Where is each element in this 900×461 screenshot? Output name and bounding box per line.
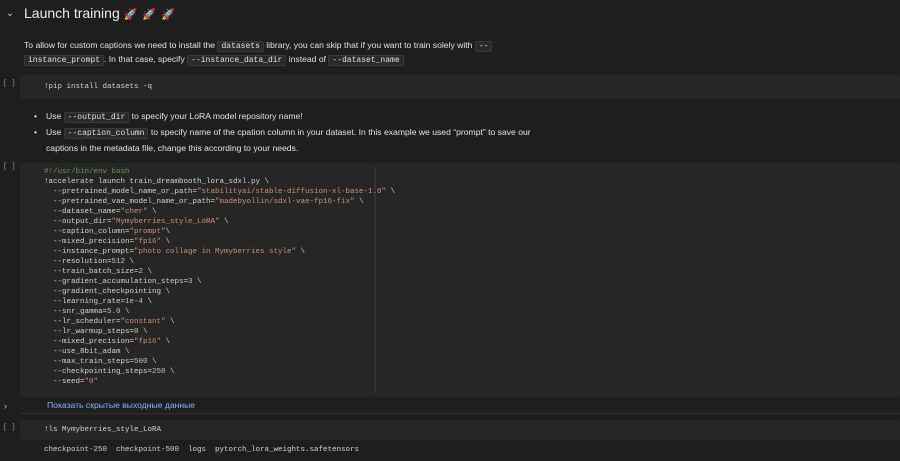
code-line: --train_batch_size=2 \	[44, 268, 153, 276]
code-line: !pip install datasets -q	[44, 83, 153, 91]
code-line: --gradient_accumulation_steps=3 \	[44, 278, 202, 286]
bullet-text: to specify name of the cpation column in…	[148, 127, 531, 137]
chevron-down-icon[interactable]: ⌄	[4, 8, 16, 20]
code-line: --pretrained_model_name_or_path="stabili…	[44, 188, 396, 196]
inline-code: --instance_data_dir	[187, 55, 287, 66]
section-header: ⌄ Launch training 🚀 🚀 🚀	[0, 0, 900, 28]
code-line: --instance_prompt="photo collage in Mymy…	[44, 248, 306, 256]
run-cell-button[interactable]: [ ]	[3, 80, 16, 88]
code-line: --resolution=512 \	[44, 258, 135, 266]
show-hidden-output-link[interactable]: Показать скрытые выходные данные	[47, 400, 195, 410]
intro-paragraph-2: instance_prompt. In that case, specify -…	[24, 52, 884, 68]
cell-scrollbar[interactable]	[374, 167, 376, 393]
bullet-list: Use --output_dir to specify your LoRA mo…	[34, 109, 531, 155]
code-cell-train[interactable]: #!/usr/bin/env bash !accelerate launch t…	[20, 163, 900, 397]
rocket-icon: 🚀 🚀 🚀	[123, 9, 176, 21]
divider	[20, 413, 900, 414]
intro-text: To allow for custom captions we need to …	[24, 40, 218, 50]
chevron-right-icon[interactable]: ›	[4, 401, 7, 411]
bullet-text: Use	[46, 127, 64, 137]
run-cell-button[interactable]: [ ]	[3, 163, 16, 171]
code-line: --mixed_precision="fp16" \	[44, 238, 171, 246]
code-line: --gradient_checkpointing \	[44, 288, 171, 296]
code-line: --checkpointing_steps=250 \	[44, 368, 175, 376]
code-line: !ls Mymyberries_style_LoRA	[44, 426, 162, 434]
code-line: --seed="0"	[44, 378, 99, 386]
inline-code: --caption_column	[63, 128, 149, 139]
intro-text: instead of	[286, 54, 329, 64]
code-line: --dataset_name="cher" \	[44, 208, 157, 216]
bullet-text: Use	[46, 111, 64, 121]
inline-code: instance_prompt	[24, 55, 105, 66]
cell-output: checkpoint-250 checkpoint-500 logs pytor…	[44, 446, 360, 454]
list-item: Use --output_dir to specify your LoRA mo…	[34, 109, 531, 125]
code-cell-ls[interactable]: !ls Mymyberries_style_LoRA	[20, 420, 900, 440]
bullet-text: to specify your LoRA model repository na…	[129, 111, 303, 121]
run-cell-button[interactable]: [ ]	[3, 424, 16, 432]
code-cell-pip[interactable]: !pip install datasets -q	[20, 75, 900, 99]
inline-code: datasets	[217, 41, 264, 52]
section-title-text: Launch training	[24, 5, 120, 21]
inline-code: --dataset_name	[328, 55, 404, 66]
code-line: !accelerate launch train_dreambooth_lora…	[44, 178, 270, 186]
inline-code: --output_dir	[63, 112, 130, 123]
code-line: --lr_scheduler="constant" \	[44, 318, 175, 326]
intro-text: . In that case, specify	[104, 54, 188, 64]
inline-code: --	[474, 41, 493, 52]
code-line: --caption_column="prompt"\	[44, 228, 171, 236]
code-line: --learning_rate=1e-4 \	[44, 298, 153, 306]
code-line: --output_dir="Mymyberries_style_LoRA" \	[44, 218, 229, 226]
code-line: --use_8bit_adam \	[44, 348, 130, 356]
code-line: --snr_gamma=5.0 \	[44, 308, 130, 316]
code-line: --mixed_precision="fp16" \	[44, 338, 171, 346]
section-title: Launch training 🚀 🚀 🚀	[24, 5, 176, 21]
code-line: --max_train_steps=500 \	[44, 358, 157, 366]
list-item-continuation: captions in the metadata file, change th…	[46, 143, 299, 153]
code-line: #!/usr/bin/env bash	[44, 168, 130, 176]
code-line: --pretrained_vae_model_name_or_path="mad…	[44, 198, 364, 206]
intro-text: library, you can skip that if you want t…	[263, 40, 475, 50]
code-line: --lr_warmup_steps=0 \	[44, 328, 148, 336]
list-item: Use --caption_column to specify name of …	[34, 125, 531, 141]
